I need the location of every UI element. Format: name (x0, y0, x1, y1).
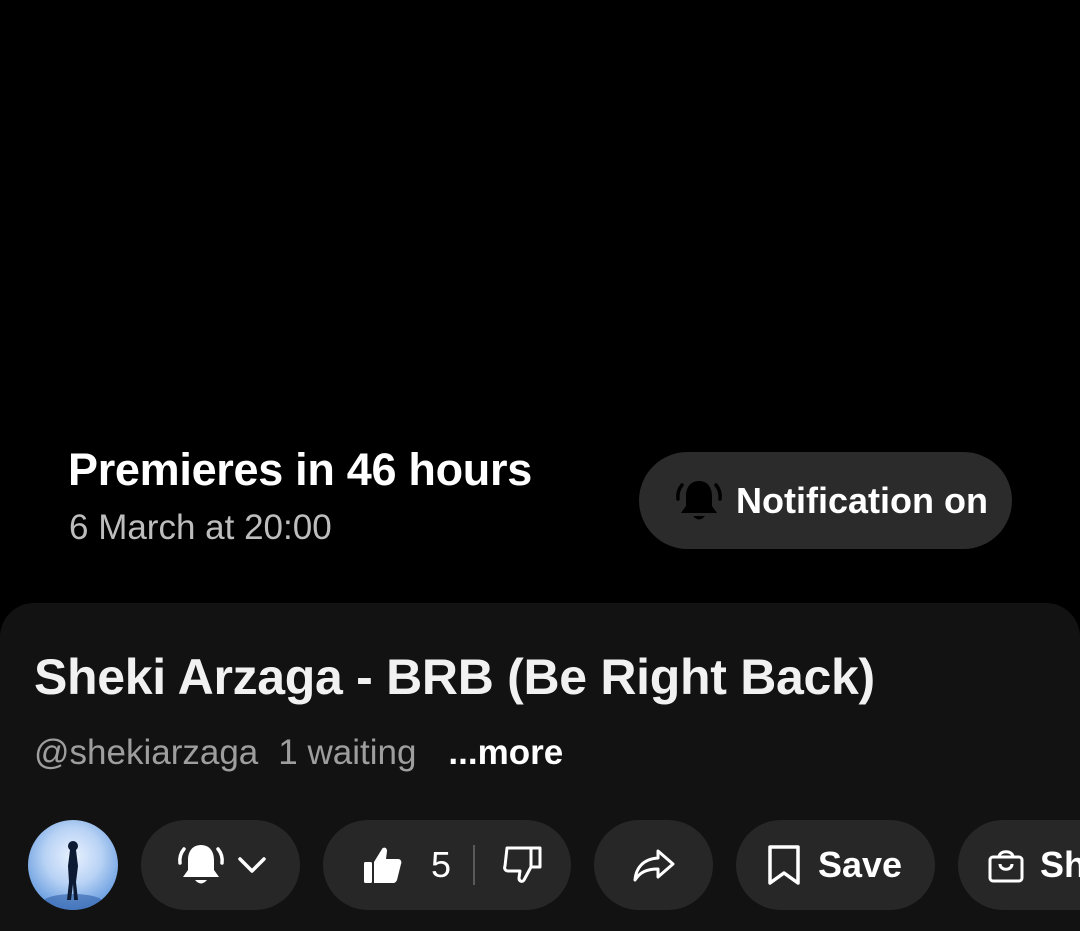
thumbs-down-icon[interactable] (501, 843, 545, 887)
like-dislike-control: 5 (323, 820, 571, 910)
channel-handle[interactable]: @shekiarzaga (34, 733, 258, 773)
notification-button-label: Notification on (736, 479, 988, 521)
notification-on-button[interactable]: Notification on (639, 452, 1012, 549)
shop-button-label: Sh (1040, 844, 1080, 885)
video-meta-row: @shekiarzaga 1 waiting ...more (34, 733, 563, 773)
waiting-count: 1 waiting (278, 733, 417, 772)
channel-avatar[interactable] (28, 820, 118, 910)
premiere-date: 6 March at 20:00 (69, 508, 332, 547)
save-button[interactable]: Save (736, 820, 935, 910)
chevron-down-icon (237, 855, 267, 875)
shopping-bag-icon (986, 845, 1026, 885)
shop-button[interactable]: Sh (958, 820, 1080, 910)
bookmark-icon (764, 843, 804, 887)
video-title[interactable]: Sheki Arzaga - BRB (Be Right Back) (34, 648, 875, 706)
video-watch-page: Premieres in 46 hours 6 March at 20:00 N… (0, 0, 1080, 931)
share-icon (631, 845, 677, 885)
premiere-countdown: Premieres in 46 hours (68, 444, 532, 495)
save-button-label: Save (818, 844, 903, 885)
like-divider (473, 845, 476, 885)
like-count: 5 (431, 844, 452, 885)
subscription-bell-button[interactable] (141, 820, 300, 910)
thumbs-up-icon[interactable] (361, 843, 405, 887)
bell-ringing-icon (175, 839, 227, 891)
bell-ringing-icon (673, 475, 725, 527)
share-button[interactable] (594, 820, 713, 910)
more-description-link[interactable]: ...more (448, 733, 563, 773)
